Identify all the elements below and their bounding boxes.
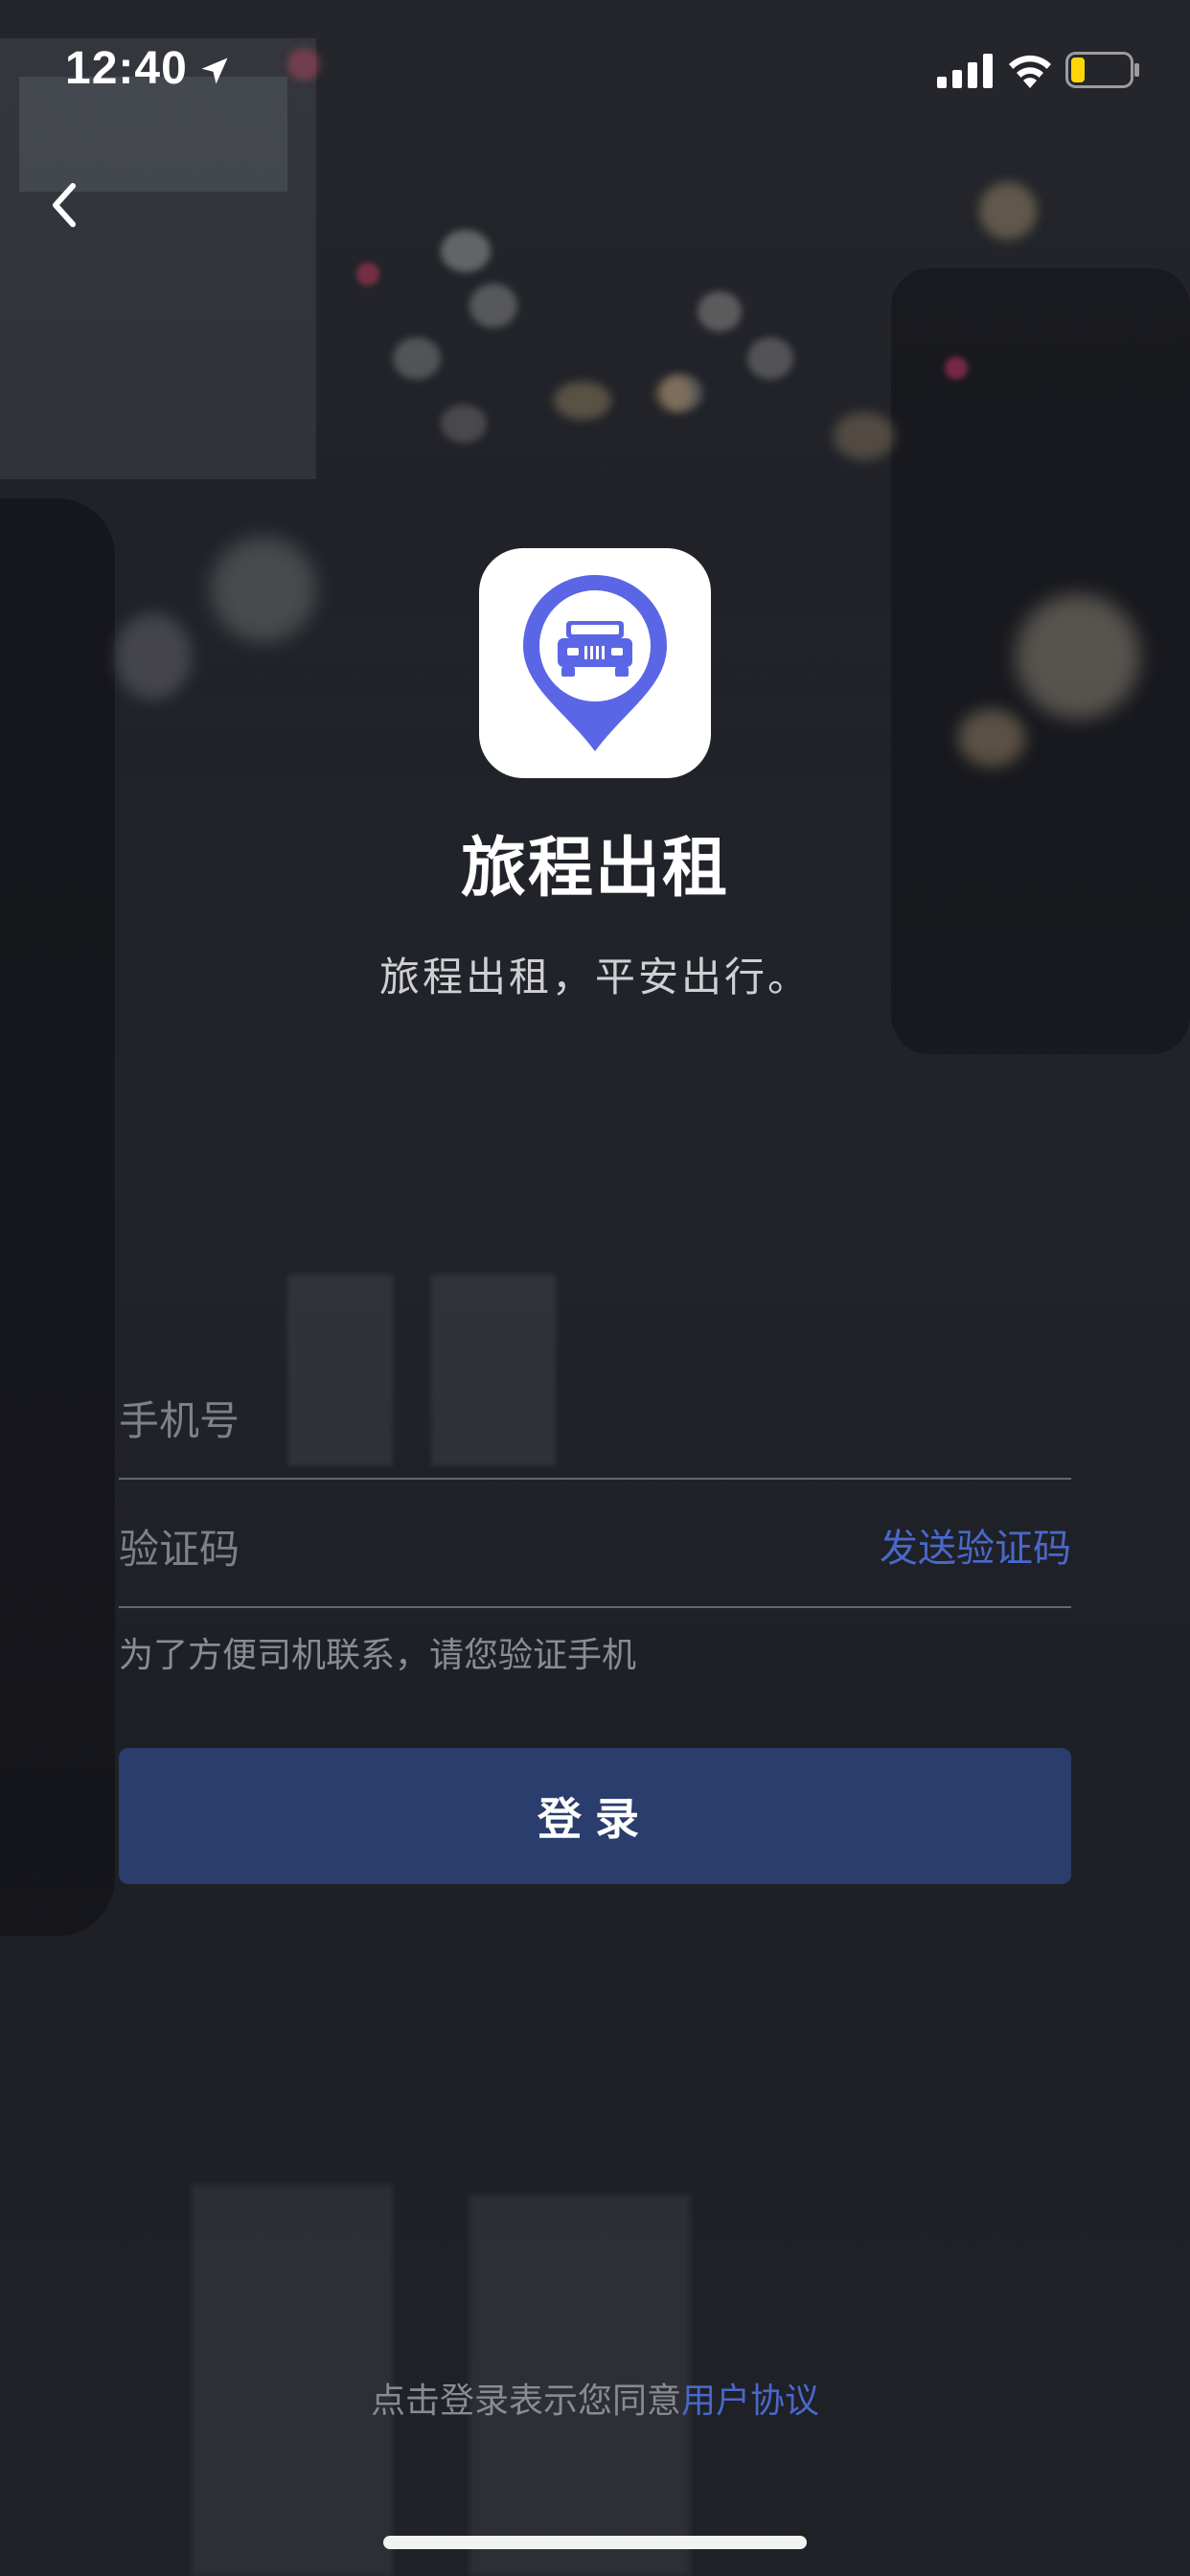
- user-agreement-link[interactable]: 用户协议: [681, 2381, 819, 2421]
- verify-hint-text: 为了方便司机联系，请您验证手机: [119, 1636, 637, 1675]
- phone-input[interactable]: [119, 1363, 847, 1478]
- wifi-icon: [1009, 55, 1051, 88]
- back-button[interactable]: [38, 172, 88, 240]
- app-name: 旅程出租: [460, 831, 729, 907]
- send-code-button[interactable]: 发送验证码: [880, 1491, 1071, 1606]
- code-field-row: 发送验证码: [119, 1491, 1071, 1608]
- battery-low-icon: [1065, 52, 1139, 88]
- phone-field-row: [119, 1363, 1071, 1480]
- app-logo: [479, 548, 711, 778]
- agreement-prefix: 点击登录表示您同意: [370, 2381, 681, 2421]
- app-slogan: 旅程出租，平安出行。: [378, 954, 811, 1000]
- chevron-left-icon: [53, 183, 76, 227]
- location-arrow-icon: [201, 58, 228, 84]
- taxi-location-pin-icon: [523, 575, 667, 751]
- verification-code-input[interactable]: [119, 1491, 847, 1606]
- status-time: 12:40: [65, 43, 188, 94]
- cellular-signal-icon: [937, 54, 993, 88]
- agreement-text: 点击登录表示您同意用户协议: [0, 2373, 1190, 2423]
- home-indicator[interactable]: [383, 2536, 807, 2549]
- blurred-street-background: [0, 0, 1190, 2576]
- login-button[interactable]: 登录: [119, 1748, 1071, 1884]
